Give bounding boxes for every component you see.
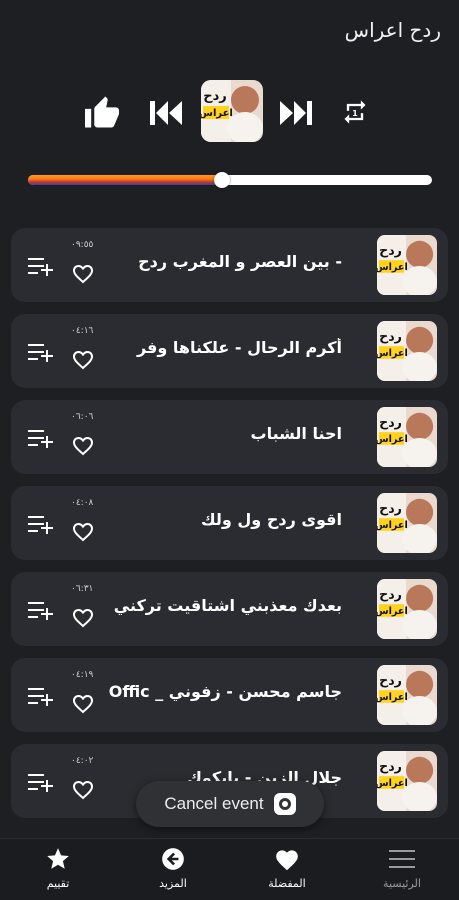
svg-text:ردح: ردح [379,414,402,429]
track-row[interactable]: ردح اعراس احنا الشباب ٠٦:٠٦ [11,400,448,474]
like-button[interactable] [82,94,122,130]
repeat-icon: 1 [344,100,366,124]
nav-more[interactable]: المزيد [128,845,218,897]
next-button[interactable] [276,98,314,128]
heart-outline-icon[interactable] [71,434,95,456]
app-icon [273,793,296,815]
svg-text:ردح: ردح [379,242,402,257]
svg-text:ردح: ردح [379,758,402,773]
nav-more-label: المزيد [159,877,187,890]
heart-outline-icon[interactable] [71,692,95,714]
now-playing-cover[interactable]: ردح اعراس [201,80,263,142]
track-title: بعدك معذبني اشتاقيت تركني [113,596,342,615]
svg-text:ردح: ردح [379,328,402,343]
svg-text:اعراس: اعراس [201,108,233,119]
svg-text:ردح: ردح [379,586,402,601]
heart-outline-icon[interactable] [71,262,95,284]
repeat-button[interactable]: 1 [338,96,372,128]
playlist-add-icon[interactable] [27,513,55,537]
progress-thumb[interactable] [213,172,230,188]
track-cover-image: ردح اعراس [377,407,437,467]
track-row[interactable]: ردح اعراس أكرم الرحال - علكناها وفر ٠٤:١٦ [11,314,448,388]
album-art-image: ردح اعراس [201,80,263,142]
track-cover-image: ردح اعراس [377,235,437,295]
svg-text:اعراس: اعراس [377,520,408,531]
heart-outline-icon[interactable] [71,520,95,542]
svg-text:ردح: ردح [379,672,402,687]
heart-outline-icon[interactable] [71,606,95,628]
track-title: جاسم محسن - زفوني _ Offic [108,682,342,701]
track-cover-image: ردح اعراس [377,321,437,381]
app-title: ردح اعراس [344,18,441,42]
track-duration: ٠٦:٠٦ [71,412,94,422]
track-duration: ٠٦:٣١ [71,584,94,594]
previous-button[interactable] [148,98,186,128]
track-cover-image: ردح اعراس [377,579,437,639]
svg-text:اعراس: اعراس [377,434,408,445]
skip-previous-icon [150,101,182,125]
menu-icon [389,850,415,868]
nav-favorites[interactable]: المفضلة [242,845,332,897]
svg-text:ردح: ردح [379,500,402,515]
nav-rate-label: تقييم [46,877,70,890]
track-title: اقوى ردح ول ولك [201,510,342,529]
nav-rate[interactable]: تقييم [13,845,103,897]
track-cover-image: ردح اعراس [377,751,437,811]
star-icon [47,848,69,869]
playlist-add-icon[interactable] [27,427,55,451]
track-title: أكرم الرحال - علكناها وفر [136,338,342,357]
heart-outline-icon[interactable] [71,348,95,370]
heart-filled-icon [276,850,298,871]
playlist-add-icon[interactable] [27,255,55,279]
track-row[interactable]: ردح اعراس - بين العصر و المغرب ردح ٠٩:٥٥ [11,228,448,302]
track-row[interactable]: ردح اعراس اقوى ردح ول ولك ٠٤:٠٨ [11,486,448,560]
svg-text:1: 1 [352,108,358,118]
track-cover-image: ردح اعراس [377,665,437,725]
nav-home-label: الرئيسية [383,877,421,890]
track-duration: ٠٤:٠٨ [71,498,94,508]
playback-progress-bar[interactable] [28,172,432,188]
playlist-add-icon[interactable] [27,599,55,623]
svg-text:اعراس: اعراس [377,692,408,703]
nav-home[interactable]: الرئيسية [357,845,447,897]
track-duration: ٠٩:٥٥ [71,240,94,250]
arrow-left-circle-icon [162,848,184,870]
playlist-add-icon[interactable] [27,685,55,709]
track-row[interactable]: ردح اعراس بعدك معذبني اشتاقيت تركني ٠٦:٣١ [11,572,448,646]
svg-text:اعراس: اعراس [377,262,408,273]
skip-next-icon [280,101,312,125]
track-duration: ٠٤:١٩ [71,670,94,680]
track-row[interactable]: ردح اعراس جاسم محسن - زفوني _ Offic ٠٤:١٩ [11,658,448,732]
track-duration: ٠٤:١٦ [71,326,94,336]
track-title: - بين العصر و المغرب ردح [138,252,342,271]
track-duration: ٠٤:٠٢ [71,756,94,766]
thumbs-up-icon [85,96,119,128]
svg-text:اعراس: اعراس [377,348,408,359]
track-cover-image: ردح اعراس [377,493,437,553]
toast-text: Cancel event [164,794,264,813]
svg-text:اعراس: اعراس [377,606,408,617]
playlist-add-icon[interactable] [27,771,55,795]
cancel-event-toast[interactable]: Cancel event [136,781,324,827]
heart-outline-icon[interactable] [71,778,95,800]
player-controls: ردح اعراس 1 [80,80,380,144]
nav-favorites-label: المفضلة [268,877,306,890]
bottom-navigation: تقييم المزيد المفضلة الرئيسية [0,838,459,900]
svg-text:اعراس: اعراس [377,778,408,789]
track-title: احنا الشباب [250,424,342,443]
progress-fill [28,175,222,185]
playlist-add-icon[interactable] [27,341,55,365]
svg-text:ردح: ردح [203,89,227,104]
